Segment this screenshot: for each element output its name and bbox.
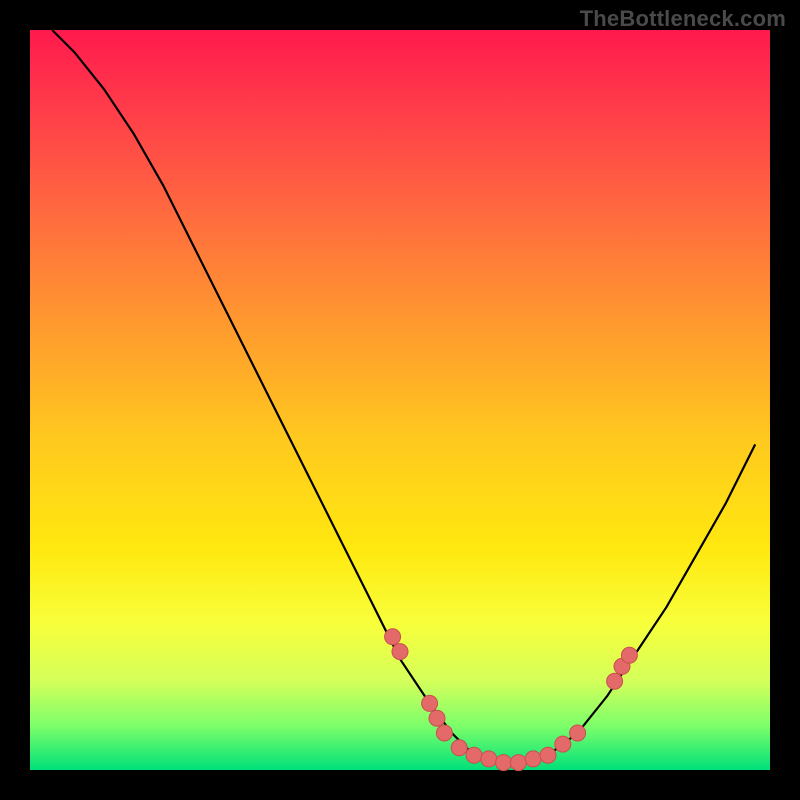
dot [429,710,445,726]
plot-area [30,30,770,770]
watermark-text: TheBottleneck.com [580,6,786,32]
dot [540,747,556,763]
dot [555,736,571,752]
dot [510,755,526,771]
dot [525,751,541,767]
dot [392,644,408,660]
dot [436,725,452,741]
dot [385,629,401,645]
dot [451,740,467,756]
highlight-dots [385,629,638,771]
dot [481,751,497,767]
curve-svg [30,30,770,770]
dot [570,725,586,741]
dot [607,673,623,689]
dot [621,647,637,663]
dot [422,695,438,711]
dot [466,747,482,763]
chart-frame: TheBottleneck.com [0,0,800,800]
dot [496,755,512,771]
